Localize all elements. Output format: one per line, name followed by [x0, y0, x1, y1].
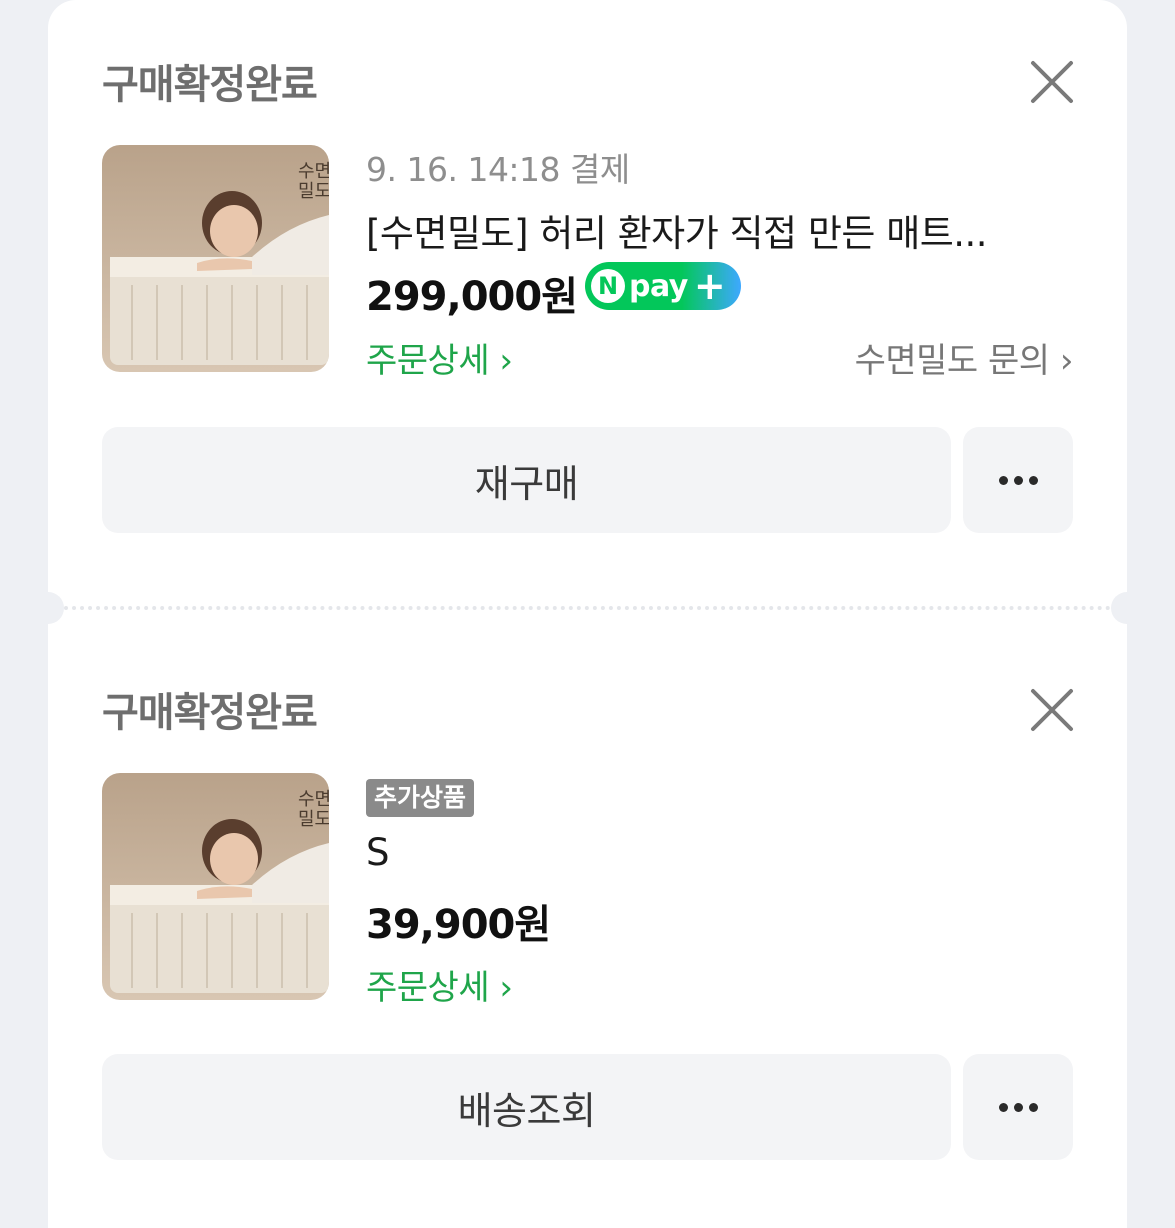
card-divider [64, 606, 1111, 610]
track-shipping-label: 배송조회 [457, 1088, 596, 1133]
seller-inquiry-link[interactable]: 수면밀도 문의 › [854, 333, 1074, 382]
ticket-notch [32, 592, 64, 624]
extra-product-badge: 추가상품 [366, 779, 475, 817]
more-icon [998, 475, 1038, 485]
seller-inquiry-label: 수면밀도 문의 [854, 341, 1051, 381]
order-detail-link[interactable]: 주문상세 › [366, 960, 513, 1009]
order-detail-label: 주문상세 [366, 341, 490, 381]
ticket-notch [1111, 592, 1143, 624]
svg-text:수면: 수면 [298, 789, 329, 810]
close-icon[interactable] [1030, 60, 1074, 104]
payment-date: 9. 16. 14:18 결제 [366, 150, 630, 189]
product-name[interactable]: S [366, 831, 1056, 874]
order-status: 구매확정완료 [102, 690, 318, 736]
more-options-button[interactable] [963, 427, 1073, 533]
product-thumbnail[interactable]: 수면 밀도 [102, 145, 329, 372]
order-detail-label: 주문상세 [366, 968, 490, 1008]
product-price: 299,000원 [366, 274, 578, 320]
svg-text:밀도: 밀도 [298, 181, 329, 202]
chevron-right-icon: › [489, 341, 513, 381]
order-detail-link[interactable]: 주문상세 › [366, 333, 513, 382]
plus-icon: + [693, 264, 726, 308]
chevron-right-icon: › [489, 968, 513, 1008]
npay-label: pay [629, 268, 688, 304]
order-status: 구매확정완료 [102, 62, 318, 108]
svg-text:밀도: 밀도 [298, 809, 329, 830]
rebuy-label: 재구매 [474, 461, 579, 506]
product-thumbnail[interactable]: 수면 밀도 [102, 773, 329, 1000]
track-shipping-button[interactable]: 배송조회 [102, 1054, 951, 1160]
product-name[interactable]: [수면밀도] 허리 환자가 직접 만든 매트... [366, 203, 1056, 257]
more-options-button[interactable] [963, 1054, 1073, 1160]
npay-plus-badge: N pay + [585, 262, 741, 310]
rebuy-button[interactable]: 재구매 [102, 427, 951, 533]
chevron-right-icon: › [1049, 341, 1074, 381]
npay-n-icon: N [591, 269, 625, 303]
more-icon [998, 1102, 1038, 1112]
close-icon[interactable] [1030, 688, 1074, 732]
svg-text:수면: 수면 [298, 161, 329, 182]
product-price: 39,900원 [366, 902, 551, 948]
